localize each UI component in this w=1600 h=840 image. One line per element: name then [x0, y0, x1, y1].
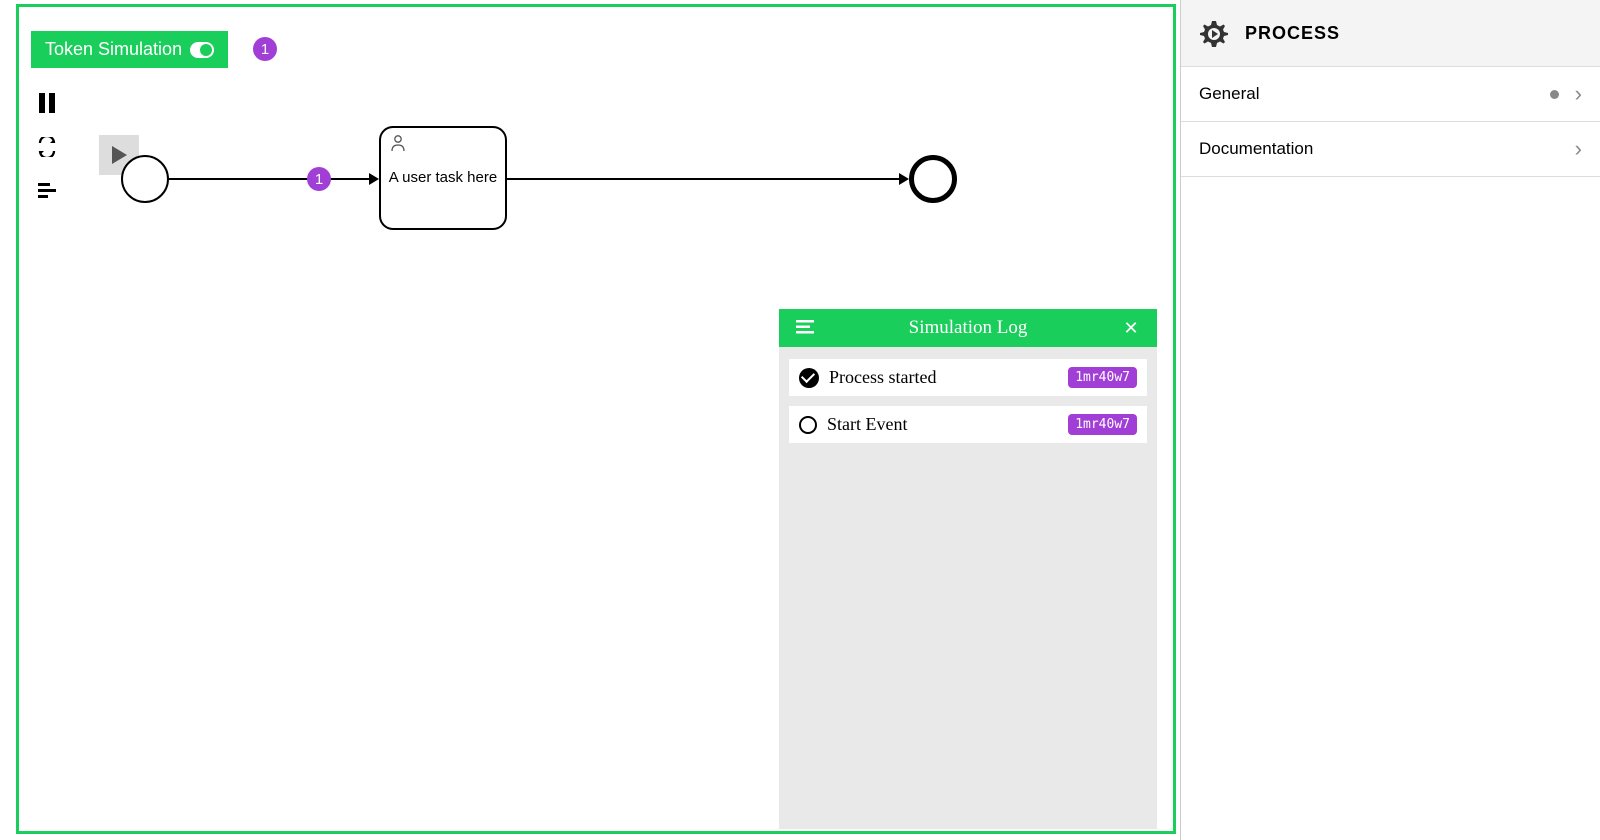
play-icon — [112, 146, 127, 164]
pause-icon — [38, 93, 56, 113]
end-event-node[interactable] — [909, 155, 957, 203]
log-entry-label: Process started — [829, 367, 936, 388]
circle-icon — [799, 416, 817, 434]
log-entry[interactable]: Start Event 1mr40w7 — [789, 406, 1147, 443]
properties-panel: PROCESS General › Documentation › — [1180, 0, 1600, 840]
properties-panel-title: PROCESS — [1245, 23, 1340, 44]
simulation-log-header: Simulation Log ✕ — [779, 309, 1157, 347]
token-simulation-button[interactable]: Token Simulation — [31, 31, 228, 68]
log-menu-button[interactable] — [793, 318, 817, 339]
panel-item-label: Documentation — [1199, 139, 1313, 159]
menu-icon — [796, 320, 814, 334]
log-entry-label: Start Event — [827, 414, 907, 435]
changed-dot-icon — [1550, 90, 1559, 99]
toggle-on-icon — [190, 42, 214, 58]
log-entry[interactable]: Process started 1mr40w7 — [789, 359, 1147, 396]
sequence-flow-1[interactable] — [169, 178, 376, 180]
simulation-log-panel: Simulation Log ✕ Process started 1mr40w7… — [779, 309, 1157, 829]
arrowhead-icon — [369, 173, 379, 185]
close-icon: ✕ — [1123, 318, 1138, 338]
token-simulation-label: Token Simulation — [45, 39, 182, 60]
user-task-node[interactable]: A user task here — [379, 126, 507, 230]
panel-item-general[interactable]: General › — [1181, 67, 1600, 122]
close-log-button[interactable]: ✕ — [1119, 318, 1143, 339]
user-task-label: A user task here — [389, 168, 497, 188]
user-icon — [389, 134, 407, 157]
log-button[interactable] — [31, 175, 63, 207]
properties-panel-header: PROCESS — [1181, 0, 1600, 67]
chevron-right-icon: › — [1575, 136, 1582, 162]
start-event-node[interactable] — [121, 155, 169, 203]
log-entry-tag: 1mr40w7 — [1068, 367, 1137, 388]
process-gear-icon — [1199, 18, 1229, 48]
sequence-flow-2[interactable] — [507, 178, 905, 180]
panel-item-label: General — [1199, 84, 1259, 104]
panel-item-documentation[interactable]: Documentation › — [1181, 122, 1600, 177]
token-badge: 1 — [307, 167, 331, 191]
reset-icon — [37, 137, 57, 157]
simulation-log-body: Process started 1mr40w7 Start Event 1mr4… — [779, 347, 1157, 455]
log-entry-tag: 1mr40w7 — [1068, 414, 1137, 435]
check-circle-icon — [799, 368, 819, 388]
simulation-controls — [31, 87, 63, 207]
arrowhead-icon — [899, 173, 909, 185]
active-token-count-badge: 1 — [253, 37, 277, 61]
canvas-area[interactable]: Token Simulation 1 1 A user task here — [16, 4, 1176, 834]
pause-button[interactable] — [31, 87, 63, 119]
chevron-right-icon: › — [1575, 81, 1582, 107]
simulation-log-title: Simulation Log — [817, 317, 1119, 339]
list-icon — [38, 183, 56, 199]
reset-button[interactable] — [31, 131, 63, 163]
